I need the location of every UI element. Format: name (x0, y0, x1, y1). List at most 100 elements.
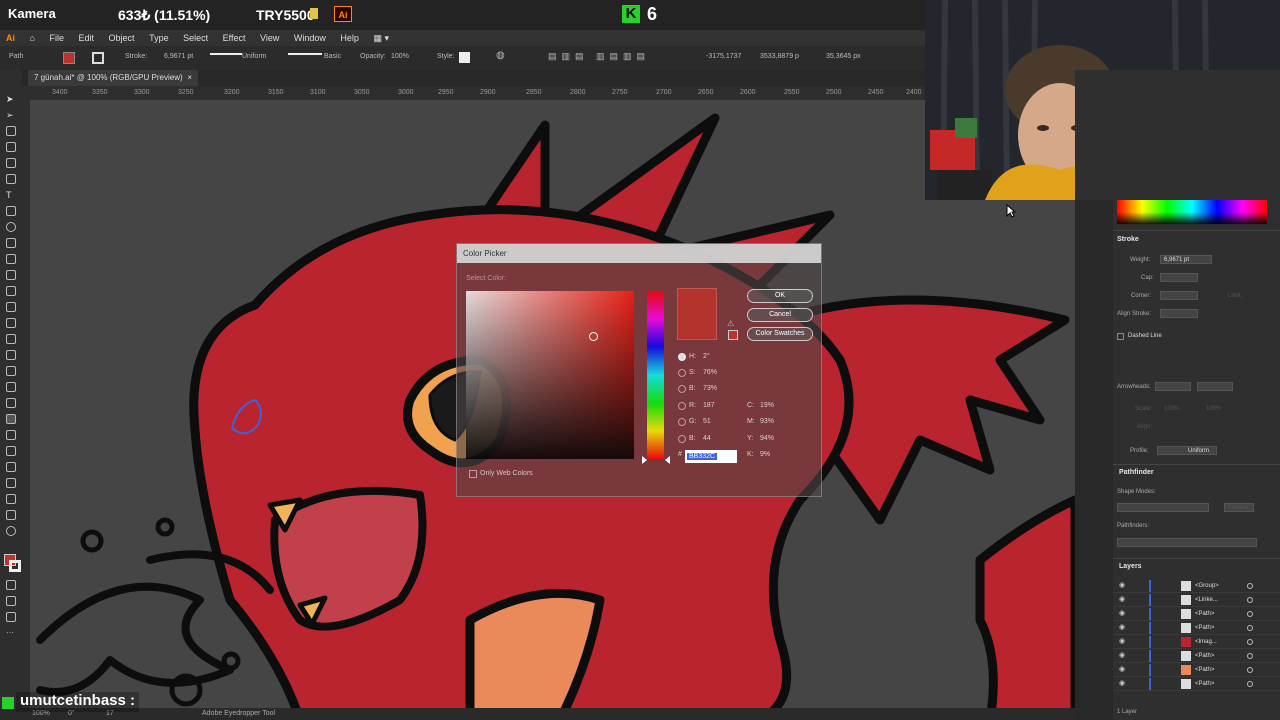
gamut-color-swatch[interactable] (728, 330, 738, 340)
ok-button[interactable]: OK (747, 289, 813, 303)
screen-mode-icon[interactable] (6, 612, 16, 622)
layer-target-icon[interactable] (1247, 597, 1253, 603)
perspective-grid-tool-icon[interactable] (6, 366, 16, 376)
layer-row[interactable]: ◉ <Group> (1113, 579, 1280, 593)
fill-color-swatch[interactable] (63, 52, 75, 64)
pathfinder-buttons[interactable] (1117, 538, 1257, 547)
yellow-field[interactable]: 94% (760, 435, 774, 442)
hue-slider-left-arrow-icon[interactable] (642, 456, 647, 464)
stroke-swatch[interactable] (9, 560, 21, 572)
visibility-eye-icon[interactable]: ◉ (1119, 607, 1125, 621)
brightness-radio[interactable] (678, 385, 686, 393)
align-icons[interactable]: ▤▥▤ ▥▤▥▤ (548, 51, 650, 62)
cap-buttons[interactable] (1160, 273, 1198, 282)
layer-target-icon[interactable] (1247, 653, 1253, 659)
column-graph-tool-icon[interactable] (6, 462, 16, 472)
document-tab[interactable]: 7 günah.ai* @ 100% (RGB/GPU Preview) × (28, 70, 198, 86)
brush-dropdown[interactable]: Basic (324, 53, 341, 60)
hue-radio[interactable] (678, 353, 686, 361)
saturation-radio[interactable] (678, 369, 686, 377)
menu-select[interactable]: Select (177, 30, 214, 46)
profile-dropdown[interactable]: Uniform (242, 53, 267, 60)
more-tools-icon[interactable]: ··· (6, 628, 16, 638)
hex-input[interactable]: BB332C (685, 450, 737, 463)
red-field[interactable]: 187 (703, 402, 715, 409)
blend-tool-icon[interactable] (6, 430, 16, 440)
color-field[interactable] (466, 291, 634, 459)
stroke-weight-field[interactable]: 6,9671 pt (164, 53, 193, 60)
opacity-field[interactable]: 100% (391, 53, 409, 60)
color-mode-icon[interactable] (6, 580, 16, 590)
hue-slider[interactable] (647, 291, 664, 459)
layer-row[interactable]: ◉ <Imag... (1113, 635, 1280, 649)
layer-target-icon[interactable] (1247, 639, 1253, 645)
hue-field[interactable]: 2° (703, 353, 710, 360)
graphic-style-swatch[interactable] (459, 52, 470, 63)
layer-row[interactable]: ◉ <Path> (1113, 607, 1280, 621)
visibility-eye-icon[interactable]: ◉ (1119, 593, 1125, 607)
drawing-mode-icon[interactable] (6, 596, 16, 606)
menu-view[interactable]: View (254, 30, 285, 46)
visibility-eye-icon[interactable]: ◉ (1119, 621, 1125, 635)
brush-stroke-preview[interactable] (288, 53, 322, 56)
visibility-eye-icon[interactable]: ◉ (1119, 663, 1125, 677)
layer-row[interactable]: ◉ <Path> (1113, 677, 1280, 691)
green-field[interactable]: 51 (703, 418, 711, 425)
menu-edit[interactable]: Edit (73, 30, 101, 46)
blue-field[interactable]: 44 (703, 435, 711, 442)
profile-dropdown[interactable]: Uniform (1157, 446, 1217, 455)
mesh-tool-icon[interactable] (6, 382, 16, 392)
blue-radio[interactable] (678, 435, 686, 443)
selection-tool-icon[interactable]: ➤ (6, 94, 16, 104)
ellipse-tool-icon[interactable] (6, 222, 16, 232)
shape-mode-buttons[interactable] (1117, 503, 1209, 512)
home-icon[interactable]: ⌂ (24, 30, 41, 46)
stroke-weight-field[interactable]: 6,9671 pt (1160, 255, 1212, 264)
magic-wand-tool-icon[interactable] (6, 126, 16, 136)
visibility-eye-icon[interactable]: ◉ (1119, 635, 1125, 649)
zoom-tool-icon[interactable] (6, 526, 16, 536)
lasso-tool-icon[interactable] (6, 142, 16, 152)
menu-window[interactable]: Window (288, 30, 332, 46)
pencil-tool-icon[interactable] (6, 254, 16, 264)
close-tab-icon[interactable]: × (187, 70, 192, 86)
artboard-tool-icon[interactable] (6, 478, 16, 488)
layer-target-icon[interactable] (1247, 681, 1253, 687)
saturation-field[interactable]: 76% (703, 369, 717, 376)
line-tool-icon[interactable] (6, 206, 16, 216)
visibility-eye-icon[interactable]: ◉ (1119, 579, 1125, 593)
slice-tool-icon[interactable] (6, 494, 16, 504)
paintbrush-tool-icon[interactable] (6, 238, 16, 248)
variable-width-profile[interactable] (210, 53, 242, 56)
menu-object[interactable]: Object (103, 30, 141, 46)
menu-type[interactable]: Type (143, 30, 175, 46)
magenta-field[interactable]: 93% (760, 418, 774, 425)
visibility-eye-icon[interactable]: ◉ (1119, 649, 1125, 663)
corner-buttons[interactable] (1160, 291, 1198, 300)
stroke-color-swatch[interactable] (92, 52, 104, 64)
recolor-artwork-icon[interactable]: ◍ (496, 50, 505, 61)
pen-tool-icon[interactable] (6, 158, 16, 168)
align-stroke-buttons[interactable] (1160, 309, 1198, 318)
brightness-field[interactable]: 73% (703, 385, 717, 392)
red-radio[interactable] (678, 402, 686, 410)
layer-row[interactable]: ◉ <Path> (1113, 621, 1280, 635)
eraser-tool-icon[interactable] (6, 270, 16, 280)
workspace-switcher-icon[interactable]: ▦ ▾ (367, 30, 395, 46)
layer-row[interactable]: ◉ <Path> (1113, 663, 1280, 677)
shape-builder-tool-icon[interactable] (6, 350, 16, 360)
layer-target-icon[interactable] (1247, 611, 1253, 617)
layer-target-icon[interactable] (1247, 583, 1253, 589)
symbol-sprayer-tool-icon[interactable] (6, 446, 16, 456)
end-arrowhead-dropdown[interactable] (1197, 382, 1233, 391)
expand-button[interactable]: Expand (1224, 503, 1254, 512)
visibility-eye-icon[interactable]: ◉ (1119, 677, 1125, 691)
gradient-tool-icon[interactable] (6, 398, 16, 408)
dashed-line-checkbox[interactable] (1117, 333, 1124, 340)
only-web-colors-checkbox[interactable] (469, 470, 477, 478)
hand-tool-icon[interactable] (6, 510, 16, 520)
color-field-marker[interactable] (589, 332, 598, 341)
width-tool-icon[interactable] (6, 318, 16, 328)
layer-target-icon[interactable] (1247, 667, 1253, 673)
direct-selection-tool-icon[interactable]: ➢ (6, 110, 16, 120)
